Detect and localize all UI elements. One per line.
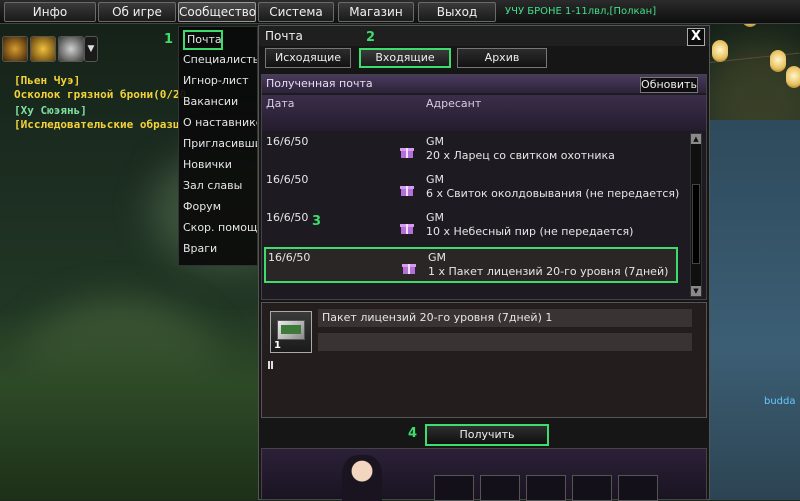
community-dropdown: Почта Специалисты Игнор-лист Вакансии О … [178,26,258,266]
dropdown-item-inviter[interactable]: Пригласивший [183,134,257,154]
status-text: УЧУ БРОНЕ 1-11лвл,[Полкан] [505,6,657,17]
mail-body-line [318,333,692,351]
mail-sender: GM [426,211,445,224]
dropdown-item-enemies[interactable]: Враги [183,239,257,259]
inbox-scrollbar[interactable]: ▲ ▼ [690,133,702,297]
pause-icon [268,361,273,369]
inventory-slot[interactable] [480,475,520,501]
license-pack-icon [277,320,305,340]
mail-title: Почта [265,29,303,43]
menu-shop[interactable]: Магазин [338,2,414,22]
quick-toolbar: ▼ [0,36,100,66]
magnifier-icon[interactable] [58,36,84,62]
step-number: 3 [312,214,322,229]
lantern-icon [770,50,786,72]
dropdown-item-quick-help[interactable]: Скор. помощь [183,218,257,238]
mail-subject: 1 x Пакет лицензий 20-го уровня (7дней) [428,265,669,278]
inventory-slot[interactable] [618,475,658,501]
mail-row[interactable]: 16/6/50 GM 20 x Ларец со свитком охотник… [264,133,678,169]
scroll-thumb[interactable] [692,184,700,264]
top-menu-bar: Инфо Об игре Сообщество Система Магазин … [0,0,800,24]
gift-icon [402,264,416,274]
mail-sender: GM [428,251,447,264]
menu-exit[interactable]: Выход [418,2,496,22]
dropdown-item-newbies[interactable]: Новички [183,155,257,175]
mail-date: 16/6/50 [266,211,309,224]
scene-grass [0,310,270,500]
gift-icon [400,148,414,158]
quest-line: [Исследовательские образц [14,118,180,131]
mail-subject: 6 x Свиток околдовывания (не передается) [426,187,680,200]
inbox-column-header: Дата Адресант [262,95,706,131]
mail-window: Почта X Исходящие Входящие Архив Получен… [258,25,710,501]
dropdown-item-mail[interactable]: Почта [183,30,223,50]
mail-date: 16/6/50 [266,173,309,186]
mail-row[interactable]: 16/6/50 GM 10 x Небесный пир (не передае… [264,209,678,245]
gift-icon [400,224,414,234]
dropdown-item-ignore-list[interactable]: Игнор-лист [183,71,257,91]
inbox-panel: Полученная почта Обновить Дата Адресант … [261,74,707,300]
menu-about-game[interactable]: Об игре [98,2,176,22]
mail-row-selected[interactable]: 16/6/50 GM 1 x Пакет лицензий 20-го уров… [264,247,678,283]
tab-outgoing[interactable]: Исходящие [265,48,351,68]
gift-icon [400,186,414,196]
inventory-slot[interactable] [572,475,612,501]
lantern-icon [712,40,728,62]
tab-incoming[interactable]: Входящие [359,48,451,68]
dropdown-item-mentor[interactable]: О наставнике [183,113,257,133]
mail-subject: 20 x Ларец со свитком охотника [426,149,615,162]
inventory-slot[interactable] [434,475,474,501]
chevron-down-icon[interactable]: ▼ [84,36,98,62]
character-panel [261,448,707,501]
mail-sender: GM [426,173,445,186]
dropdown-item-vacancies[interactable]: Вакансии [183,92,257,112]
dropdown-item-specialists[interactable]: Специалисты [183,50,257,70]
dropdown-item-forum[interactable]: Форум [183,197,257,217]
menu-info[interactable]: Инфо [4,2,96,22]
menu-community[interactable]: Сообщество [178,2,256,22]
inbox-title: Полученная почта [266,77,373,90]
receive-button[interactable]: Получить [425,424,549,446]
column-sender: Адресант [426,97,482,110]
player-nameplate: budda [764,396,796,407]
column-date: Дата [266,97,295,110]
character-portrait [342,455,382,501]
attachment-quantity: 1 [274,340,281,351]
scroll-up-icon[interactable]: ▲ [691,134,701,144]
tab-archive[interactable]: Архив [457,48,547,68]
close-button[interactable]: X [687,28,705,46]
quest-line: [Ху Сюэянь] [14,104,87,117]
inbox-header: Полученная почта Обновить [262,75,706,93]
inventory-slot[interactable] [526,475,566,501]
mail-detail-panel: 1 Пакет лицензий 20-го уровня (7дней) 1 [261,302,707,418]
dropdown-item-hall-of-fame[interactable]: Зал славы [183,176,257,196]
quest-line: Осколок грязной брони(0/20 [14,88,187,101]
menu-system[interactable]: Система [258,2,334,22]
mail-header: Почта X [259,26,709,46]
mail-date: 16/6/50 [268,251,311,264]
attachment-name: Пакет лицензий 20-го уровня (7дней) 1 [318,309,692,327]
scroll-down-icon[interactable]: ▼ [691,286,701,296]
step-number: 1 [164,32,174,47]
compass-icon[interactable] [30,36,56,62]
step-number: 4 [408,426,418,441]
lantern-icon [786,66,800,88]
mail-sender: GM [426,135,445,148]
mail-date: 16/6/50 [266,135,309,148]
step-number: 2 [366,30,376,45]
attachment-slot[interactable]: 1 [270,311,312,353]
mail-row[interactable]: 16/6/50 GM 6 x Свиток околдовывания (не … [264,171,680,207]
mail-subject: 10 x Небесный пир (не передается) [426,225,634,238]
refresh-button[interactable]: Обновить [640,77,698,93]
skill-icon[interactable] [2,36,28,62]
quest-line: [Пьен Чуэ] [14,74,81,87]
